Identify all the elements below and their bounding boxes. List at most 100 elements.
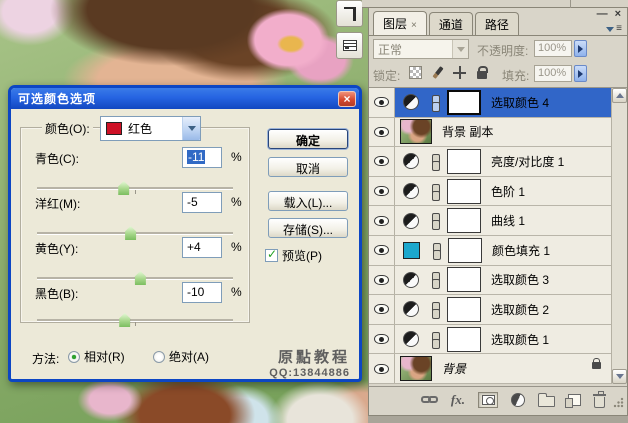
layer-row[interactable]: 背景 [369, 354, 611, 384]
layer-name[interactable]: 背景 [442, 360, 466, 377]
preview-checkbox[interactable] [265, 247, 278, 262]
preview-checkbox-row[interactable]: 预览(P) [265, 247, 322, 264]
cyan-input[interactable]: -11 [182, 147, 222, 168]
layer-row[interactable]: 选取颜色 4 [369, 88, 611, 118]
visibility-cell[interactable] [369, 354, 395, 383]
layer-row[interactable]: 选取颜色 3 [369, 265, 611, 296]
layer-thumbnail[interactable] [400, 356, 432, 382]
scroll-down-button[interactable] [612, 369, 627, 384]
black-slider-thumb[interactable] [119, 313, 131, 327]
layer-mask-thumbnail[interactable] [447, 89, 481, 115]
layer-name[interactable]: 选取颜色 3 [491, 271, 549, 288]
dropdown-arrow-button[interactable] [452, 40, 468, 58]
eye-icon[interactable] [374, 156, 389, 167]
save-button[interactable]: 存储(S)... [268, 218, 348, 238]
tab-channels[interactable]: 通道 [428, 12, 473, 35]
layer-row[interactable]: 亮度/对比度 1 [369, 147, 611, 177]
eye-icon[interactable] [374, 363, 389, 374]
layer-thumbnail[interactable] [400, 119, 432, 145]
layer-mask-thumbnail[interactable] [447, 148, 481, 174]
black-input[interactable]: -10 [182, 282, 222, 303]
new-adjustment-layer-icon[interactable] [511, 392, 525, 407]
layer-name[interactable]: 背景 副本 [442, 123, 493, 140]
layer-style-fx-icon[interactable]: fx. [451, 392, 465, 408]
yellow-input[interactable]: +4 [182, 237, 222, 258]
layer-mask-thumbnail[interactable] [447, 326, 481, 352]
mask-link-icon[interactable] [431, 183, 440, 201]
dock-panel-button[interactable] [336, 0, 363, 27]
adjustment-layer-icon[interactable] [403, 271, 419, 288]
layer-row[interactable]: 曲线 1 [369, 206, 611, 236]
visibility-cell[interactable] [369, 117, 395, 147]
add-layer-mask-icon[interactable] [478, 391, 498, 408]
color-dropdown[interactable]: 红色 [100, 116, 201, 141]
mask-link-icon[interactable] [431, 331, 440, 349]
mask-link-icon[interactable] [432, 242, 441, 260]
tab-close-icon[interactable]: × [411, 20, 417, 31]
delete-layer-icon[interactable] [593, 390, 606, 408]
eye-icon[interactable] [374, 126, 389, 137]
layer-name[interactable]: 选取颜色 4 [491, 94, 549, 111]
new-group-icon[interactable] [538, 392, 555, 407]
radio-unselected-icon[interactable] [153, 350, 165, 363]
layer-mask-thumbnail[interactable] [447, 267, 481, 293]
cancel-button[interactable]: 取消 [268, 157, 348, 177]
layer-mask-thumbnail[interactable] [447, 208, 481, 234]
eye-icon[interactable] [374, 215, 389, 226]
dock-notes-button[interactable] [336, 32, 363, 59]
opacity-value[interactable]: 100% [534, 40, 572, 57]
ok-button[interactable]: 确定 [268, 129, 348, 149]
method-absolute-option[interactable]: 绝对(A) [153, 348, 209, 365]
visibility-cell[interactable] [369, 235, 395, 265]
layer-row[interactable]: 色阶 1 [369, 176, 611, 207]
layer-row[interactable]: 颜色填充 1 [369, 235, 611, 266]
visibility-cell[interactable] [369, 147, 395, 176]
load-button[interactable]: 载入(L)... [268, 191, 348, 211]
layer-row[interactable]: 选取颜色 2 [369, 295, 611, 325]
adjustment-layer-icon[interactable] [403, 212, 419, 229]
visibility-cell[interactable] [369, 88, 395, 117]
mask-link-icon[interactable] [431, 94, 440, 112]
layer-name[interactable]: 曲线 1 [491, 212, 525, 229]
eye-icon[interactable] [374, 274, 389, 285]
cyan-slider-thumb[interactable] [118, 181, 130, 195]
panel-resize-grip[interactable] [613, 397, 624, 408]
tab-paths[interactable]: 路径 [474, 12, 519, 35]
lock-transparency-icon[interactable] [409, 66, 422, 79]
lock-position-move-icon[interactable] [453, 66, 466, 79]
magenta-input[interactable]: -5 [182, 192, 222, 213]
lock-all-icon[interactable] [477, 66, 488, 79]
scroll-up-button[interactable] [612, 88, 627, 103]
fill-slider-button[interactable] [574, 65, 587, 82]
method-relative-option[interactable]: 相对(R) [68, 348, 125, 365]
fill-value[interactable]: 100% [534, 65, 572, 82]
link-layers-icon[interactable] [420, 396, 438, 403]
panel-close-button[interactable]: × [615, 9, 621, 20]
layer-name[interactable]: 色阶 1 [491, 183, 525, 200]
layer-mask-thumbnail[interactable] [447, 178, 481, 204]
opacity-slider-button[interactable] [574, 40, 587, 57]
layer-name[interactable]: 选取颜色 2 [491, 301, 549, 318]
mask-link-icon[interactable] [431, 301, 440, 319]
layer-row[interactable]: 选取颜色 1 [369, 324, 611, 355]
black-slider[interactable] [37, 313, 233, 327]
color-fill-swatch[interactable] [403, 241, 420, 259]
visibility-cell[interactable] [369, 176, 395, 206]
magenta-slider-thumb[interactable] [125, 226, 137, 240]
close-button[interactable]: × [338, 90, 356, 107]
blend-mode-dropdown[interactable]: 正常 [373, 39, 469, 59]
adjustment-layer-icon[interactable] [403, 301, 419, 318]
eye-icon[interactable] [374, 245, 389, 256]
layer-row[interactable]: 背景 副本 [369, 117, 611, 148]
lock-pixels-brush-icon[interactable] [432, 66, 444, 79]
layer-mask-thumbnail[interactable] [448, 237, 482, 263]
adjustment-layer-icon[interactable] [403, 94, 419, 111]
mask-link-icon[interactable] [431, 213, 440, 231]
yellow-slider-thumb[interactable] [134, 271, 146, 285]
layer-mask-thumbnail[interactable] [447, 296, 481, 322]
tab-layers[interactable]: 图层 × [373, 11, 427, 35]
eye-icon[interactable] [374, 304, 389, 315]
slider-track[interactable] [37, 319, 233, 321]
mask-link-icon[interactable] [431, 272, 440, 290]
layer-name[interactable]: 亮度/对比度 1 [491, 153, 564, 170]
